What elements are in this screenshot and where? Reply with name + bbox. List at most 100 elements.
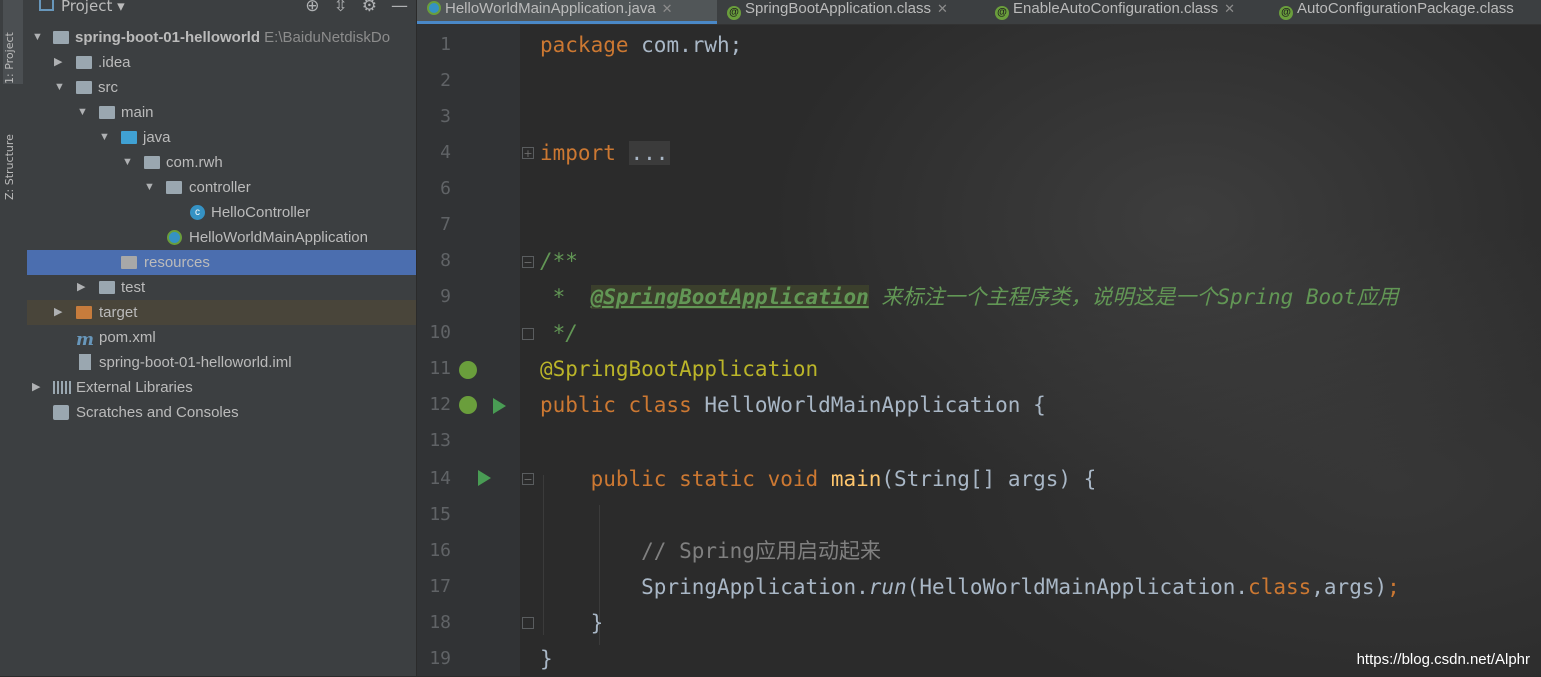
close-icon[interactable]: ✕ bbox=[937, 1, 948, 16]
code-text: } bbox=[540, 647, 553, 671]
annotation: @SpringBootApplication bbox=[540, 357, 819, 381]
line-number: 14 bbox=[429, 468, 451, 489]
project-panel: Project ▾ ⊕ ⇳ ⚙ — ▼ spring-boot-01-hello… bbox=[27, 0, 417, 676]
code-text: (String[] args) { bbox=[881, 467, 1097, 491]
tree-item-label: main bbox=[121, 104, 154, 121]
code-line-17: SpringApplication.run(HelloWorldMainAppl… bbox=[540, 569, 1400, 605]
expand-arrow-icon[interactable]: ▼ bbox=[77, 100, 89, 125]
fold-collapse-icon[interactable]: − bbox=[522, 473, 534, 485]
tab-hello-world-main-application[interactable]: HelloWorldMainApplication.java ✕ bbox=[417, 0, 717, 24]
collapse-arrow-icon[interactable]: ▶ bbox=[54, 50, 66, 75]
doc-comment: */ bbox=[540, 321, 578, 345]
class-icon: c bbox=[190, 205, 205, 220]
doc-comment: * bbox=[540, 285, 591, 309]
tree-item-com-rwh[interactable]: ▼ com.rwh bbox=[27, 150, 416, 175]
keyword: class bbox=[1248, 575, 1312, 599]
folded-imports[interactable]: ... bbox=[628, 141, 671, 165]
expand-arrow-icon[interactable]: ▼ bbox=[54, 75, 66, 100]
tree-item-label: spring-boot-01-helloworld bbox=[75, 29, 260, 46]
code-line-11: @SpringBootApplication bbox=[540, 351, 818, 387]
annotation-icon: @ bbox=[727, 6, 741, 20]
module-folder-icon bbox=[53, 31, 69, 44]
tree-item-controller[interactable]: ▼ controller bbox=[27, 175, 416, 200]
tree-item-label: java bbox=[143, 129, 171, 146]
tree-item-main-application[interactable]: HelloWorldMainApplication bbox=[27, 225, 416, 250]
structure-tool-tab[interactable]: Z: Structure bbox=[3, 105, 23, 200]
code-text: SpringApplication. bbox=[641, 575, 869, 599]
tab-spring-boot-application[interactable]: @ SpringBootApplication.class ✕ bbox=[717, 0, 985, 24]
collapse-arrow-icon[interactable]: ▶ bbox=[77, 275, 89, 300]
tree-item-module[interactable]: ▼ spring-boot-01-helloworld E:\BaiduNetd… bbox=[27, 25, 416, 50]
tree-item-external-libraries[interactable]: ▶ External Libraries bbox=[27, 375, 416, 400]
code-line-10: */ bbox=[540, 315, 578, 351]
line-number: 1 bbox=[440, 34, 451, 55]
excluded-folder-icon bbox=[76, 306, 92, 319]
collapse-arrow-icon[interactable]: ▶ bbox=[54, 300, 66, 325]
tree-item-src[interactable]: ▼ src bbox=[27, 75, 416, 100]
resources-folder-icon bbox=[121, 256, 137, 269]
tree-item-resources[interactable]: resources bbox=[27, 250, 416, 275]
fold-collapse-icon[interactable]: − bbox=[522, 256, 534, 268]
tool-window-strip: 1: Project Z: Structure bbox=[0, 0, 28, 676]
tree-item-java[interactable]: ▼ java bbox=[27, 125, 416, 150]
run-icon[interactable] bbox=[493, 398, 506, 414]
fold-end-icon[interactable] bbox=[522, 617, 534, 629]
package-icon bbox=[166, 181, 182, 194]
tree-item-label: .idea bbox=[98, 54, 131, 71]
code-line-1: package com.rwh; bbox=[540, 27, 742, 63]
folder-icon bbox=[99, 281, 115, 294]
code-editor[interactable]: package com.rwh; import ... /** * @Sprin… bbox=[535, 25, 1541, 676]
close-icon[interactable]: ✕ bbox=[662, 1, 673, 16]
tab-label: HelloWorldMainApplication.java bbox=[445, 0, 656, 17]
line-number: 19 bbox=[429, 648, 451, 669]
doc-comment: /** bbox=[540, 249, 578, 273]
keyword: package bbox=[540, 33, 629, 57]
tree-item-pom[interactable]: m pom.xml bbox=[27, 325, 416, 350]
tree-item-label: HelloController bbox=[211, 204, 311, 221]
code-text: com.rwh; bbox=[628, 33, 743, 57]
expand-arrow-icon[interactable]: ▼ bbox=[32, 25, 44, 50]
fold-end-icon[interactable] bbox=[522, 328, 534, 340]
project-view-dropdown[interactable]: Project ▾ bbox=[61, 0, 125, 15]
close-icon[interactable]: ✕ bbox=[1224, 1, 1235, 16]
expand-arrow-icon[interactable]: ▼ bbox=[122, 150, 134, 175]
code-text: } bbox=[590, 611, 604, 635]
project-tool-tab[interactable]: 1: Project bbox=[3, 0, 23, 84]
collapse-arrow-icon[interactable]: ▶ bbox=[32, 375, 44, 400]
expand-arrow-icon[interactable]: ▼ bbox=[144, 175, 156, 200]
editor-tab-bar: HelloWorldMainApplication.java ✕ @ SpringB… bbox=[417, 0, 1541, 25]
tab-enable-auto-configuration[interactable]: @ EnableAutoConfiguration.class ✕ bbox=[985, 0, 1269, 24]
method-name: main bbox=[830, 467, 882, 491]
project-view-icon bbox=[39, 0, 54, 11]
folder-icon bbox=[76, 56, 92, 69]
gear-icon[interactable]: ⚙ bbox=[362, 0, 377, 16]
collapse-all-icon[interactable]: ⇳ bbox=[334, 0, 348, 16]
hide-icon[interactable]: — bbox=[391, 0, 408, 16]
iml-file-icon bbox=[79, 354, 91, 370]
tree-item-hello-controller[interactable]: c HelloController bbox=[27, 200, 416, 225]
code-line-12: public class HelloWorldMainApplication { bbox=[540, 387, 1046, 423]
line-number: 3 bbox=[440, 106, 451, 127]
spring-bean-icon[interactable] bbox=[459, 396, 477, 414]
tab-auto-configuration-package[interactable]: @ AutoConfigurationPackage.class bbox=[1269, 0, 1541, 24]
spring-bean-icon[interactable] bbox=[459, 361, 477, 379]
tree-item-test[interactable]: ▶ test bbox=[27, 275, 416, 300]
expand-arrow-icon[interactable]: ▼ bbox=[99, 125, 111, 150]
code-text: (HelloWorldMainApplication. bbox=[906, 575, 1249, 599]
module-path: E:\BaiduNetdiskDo bbox=[264, 29, 391, 46]
line-number: 2 bbox=[440, 70, 451, 91]
line-number: 6 bbox=[440, 178, 451, 199]
run-icon[interactable] bbox=[478, 470, 491, 486]
keyword: import bbox=[540, 141, 616, 165]
tree-item-iml[interactable]: spring-boot-01-helloworld.iml bbox=[27, 350, 416, 375]
tree-item-target[interactable]: ▶ target bbox=[27, 300, 416, 325]
tree-item-idea[interactable]: ▶ .idea bbox=[27, 50, 416, 75]
locate-icon[interactable]: ⊕ bbox=[305, 0, 319, 16]
keyword: public class bbox=[540, 393, 692, 417]
line-comment: // Spring应用启动起来 bbox=[641, 539, 881, 563]
code-line-8: /** bbox=[540, 243, 578, 279]
line-number: 9 bbox=[440, 286, 451, 307]
tree-item-scratches[interactable]: Scratches and Consoles bbox=[27, 400, 416, 425]
tree-item-main[interactable]: ▼ main bbox=[27, 100, 416, 125]
fold-expand-icon[interactable]: + bbox=[522, 147, 534, 159]
